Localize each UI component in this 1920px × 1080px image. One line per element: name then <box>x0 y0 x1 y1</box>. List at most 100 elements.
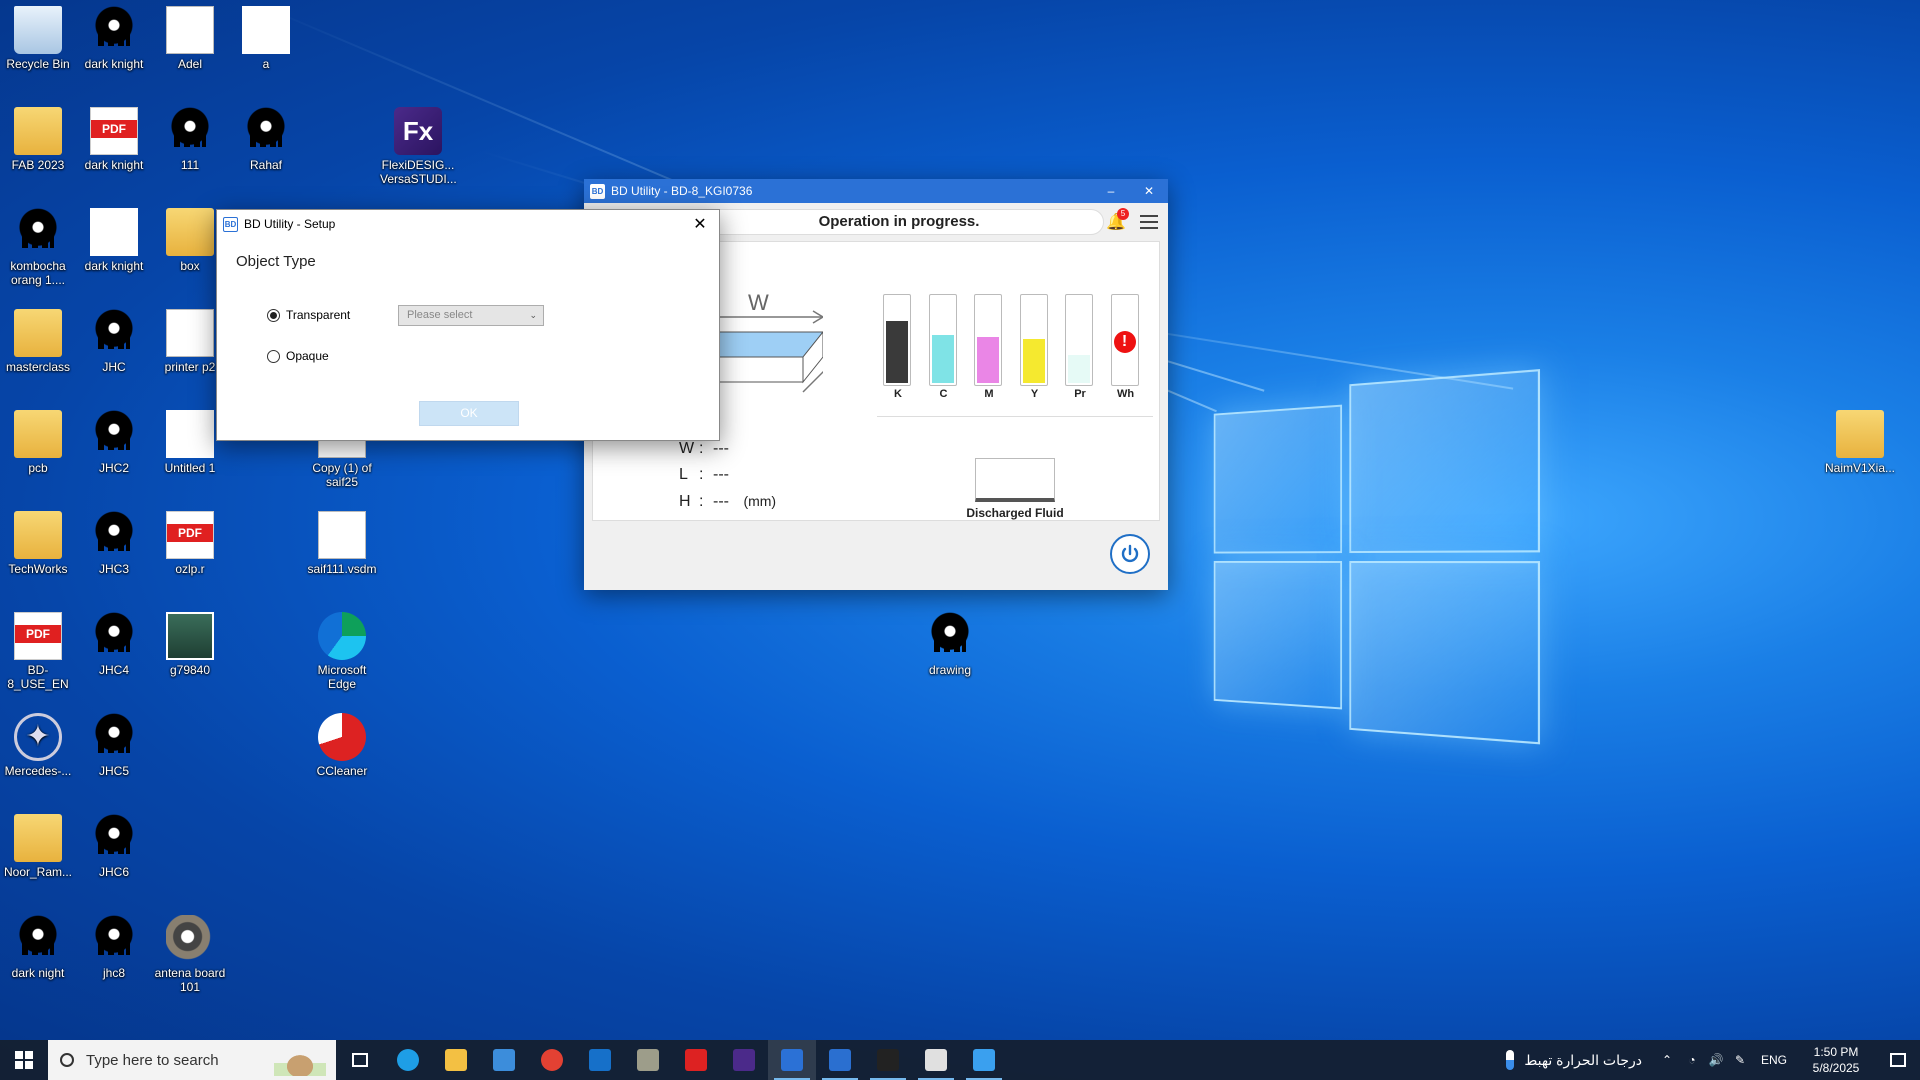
desktop-icon[interactable]: Adel <box>152 6 228 71</box>
taskbar-app[interactable] <box>816 1040 864 1080</box>
ink-level-fill <box>931 335 954 383</box>
desktop-icon[interactable]: kombocha orang 1.... <box>0 208 76 287</box>
folder-icon <box>166 208 214 256</box>
edge-icon <box>397 1049 419 1071</box>
diagram-w-label: W <box>748 290 769 315</box>
taskbar-app[interactable] <box>576 1040 624 1080</box>
ink-label: Pr <box>1074 388 1086 400</box>
pen-ink-icon[interactable]: ✎ <box>1728 1053 1752 1067</box>
desktop-icon[interactable]: JHC5 <box>76 713 152 778</box>
inkscape-icon <box>90 814 138 862</box>
mercedes-icon <box>14 713 62 761</box>
taskbar-app[interactable] <box>720 1040 768 1080</box>
desktop-icon[interactable]: dark knight <box>76 208 152 273</box>
minimize-button[interactable]: – <box>1092 179 1130 203</box>
setup-titlebar[interactable]: BD BD Utility - Setup ✕ <box>217 210 719 238</box>
desktop-icon[interactable]: saif111.vsdm <box>304 511 380 576</box>
desktop-icon[interactable]: Noor_Ram... <box>0 814 76 879</box>
close-button[interactable]: ✕ <box>1130 179 1168 203</box>
pdf-icon <box>166 511 214 559</box>
taskbar-app[interactable] <box>384 1040 432 1080</box>
desktop-icon[interactable]: JHC <box>76 309 152 374</box>
taskbar-app[interactable] <box>432 1040 480 1080</box>
desktop-icon[interactable]: dark night <box>0 915 76 980</box>
action-center-button[interactable] <box>1876 1040 1920 1080</box>
inkscape-icon <box>926 612 974 660</box>
setup-close-button[interactable]: ✕ <box>681 211 719 238</box>
dimension-h: H: --- (mm) <box>679 493 777 510</box>
desktop-icon[interactable]: NaimV1Xia... <box>1822 410 1898 475</box>
ink-tank-k: K <box>883 294 913 400</box>
taskbar-app[interactable] <box>960 1040 1008 1080</box>
taskbar-app[interactable] <box>528 1040 576 1080</box>
desktop-icon[interactable]: Recycle Bin <box>0 6 76 71</box>
search-box[interactable]: Type here to search <box>48 1040 336 1080</box>
desktop-icon-label: Noor_Ram... <box>3 865 73 879</box>
start-button[interactable] <box>0 1040 48 1080</box>
desktop-icon[interactable]: BD-8_USE_EN <box>0 612 76 691</box>
desktop-icon[interactable]: JHC2 <box>76 410 152 475</box>
desktop-icon-label: Rahaf <box>249 158 283 172</box>
object-type-heading: Object Type <box>236 253 316 270</box>
volume-icon[interactable]: 🔊 <box>1704 1053 1728 1067</box>
desktop-icon[interactable]: Rahaf <box>228 107 304 172</box>
desktop-icon[interactable]: drawing <box>912 612 988 677</box>
task-view-button[interactable] <box>336 1040 384 1080</box>
notification-bell-icon[interactable]: 🔔 5 <box>1106 208 1129 232</box>
taskbar-app[interactable] <box>480 1040 528 1080</box>
menu-icon[interactable] <box>1140 215 1158 229</box>
taskbar-app[interactable] <box>912 1040 960 1080</box>
folder-icon <box>14 511 62 559</box>
weather-widget[interactable]: درجات الحرارة تهبط <box>1494 1040 1654 1080</box>
desktop-icon[interactable]: ozlp.r <box>152 511 228 576</box>
desktop-icon[interactable]: a <box>228 6 304 71</box>
desktop-icon-label: dark knight <box>84 259 144 273</box>
taskbar-app[interactable] <box>864 1040 912 1080</box>
network-icon[interactable]: ◔ <box>1680 1053 1704 1067</box>
taskbar-app[interactable] <box>768 1040 816 1080</box>
weather-text: درجات الحرارة تهبط <box>1524 1051 1642 1068</box>
language-indicator[interactable]: ENG <box>1752 1053 1796 1067</box>
desktop-icon[interactable]: JHC6 <box>76 814 152 879</box>
taskbar-app[interactable] <box>624 1040 672 1080</box>
power-button[interactable] <box>1110 534 1150 574</box>
desktop-icon[interactable]: JHC3 <box>76 511 152 576</box>
ink-tank-pr: Pr <box>1065 294 1095 400</box>
show-hidden-icons[interactable]: ⌃ <box>1654 1053 1680 1067</box>
opaque-radio[interactable] <box>267 349 280 363</box>
main-titlebar[interactable]: BD BD Utility - BD-8_KGI0736 – ✕ <box>584 179 1168 203</box>
desktop-icon-label: antena board 101 <box>154 966 226 994</box>
desktop-icon[interactable]: Mercedes-... <box>0 713 76 778</box>
desktop-icon[interactable]: antena board 101 <box>152 915 228 994</box>
inkscape-icon <box>242 107 290 155</box>
desktop-icon[interactable]: Microsoft Edge <box>304 612 380 691</box>
material-select[interactable]: Please select ⌄ <box>398 305 544 326</box>
desktop-icon-label: CCleaner <box>316 764 368 778</box>
desktop-icon[interactable]: CCleaner <box>304 713 380 778</box>
desktop-icon[interactable]: g79840 <box>152 612 228 677</box>
chevron-down-icon: ⌄ <box>529 310 537 320</box>
transparent-radio[interactable] <box>267 308 280 322</box>
desktop-icon[interactable]: dark knight <box>76 107 152 172</box>
desktop-icon-label: JHC4 <box>98 663 129 677</box>
desktop-icon[interactable]: TechWorks <box>0 511 76 576</box>
setup-dialog: BD BD Utility - Setup ✕ Object Type Tran… <box>216 209 720 441</box>
desktop-icon[interactable]: dark knight <box>76 6 152 71</box>
taskbar-app[interactable] <box>672 1040 720 1080</box>
clock[interactable]: 1:50 PM 5/8/2025 <box>1796 1044 1876 1076</box>
transparent-option[interactable]: Transparent <box>267 308 350 322</box>
desktop-icon-label: Untitled 1 <box>164 461 216 475</box>
flexi-icon <box>733 1049 755 1071</box>
desktop-icon[interactable]: 111 <box>152 107 228 172</box>
desktop-icon[interactable]: masterclass <box>0 309 76 374</box>
inkscape-icon <box>14 208 62 256</box>
desktop-icon[interactable]: pcb <box>0 410 76 475</box>
desktop-icon[interactable]: FAB 2023 <box>0 107 76 172</box>
desktop-icon[interactable]: jhc8 <box>76 915 152 980</box>
desktop-icon[interactable]: FlexiDESIG... VersaSTUDI... <box>380 107 457 186</box>
ok-button[interactable]: OK <box>419 401 519 426</box>
opaque-option[interactable]: Opaque <box>267 349 329 363</box>
ink-level-fill <box>1068 355 1090 383</box>
desktop-icon[interactable]: JHC4 <box>76 612 152 677</box>
windows-logo-wallpaper <box>1213 369 1541 752</box>
